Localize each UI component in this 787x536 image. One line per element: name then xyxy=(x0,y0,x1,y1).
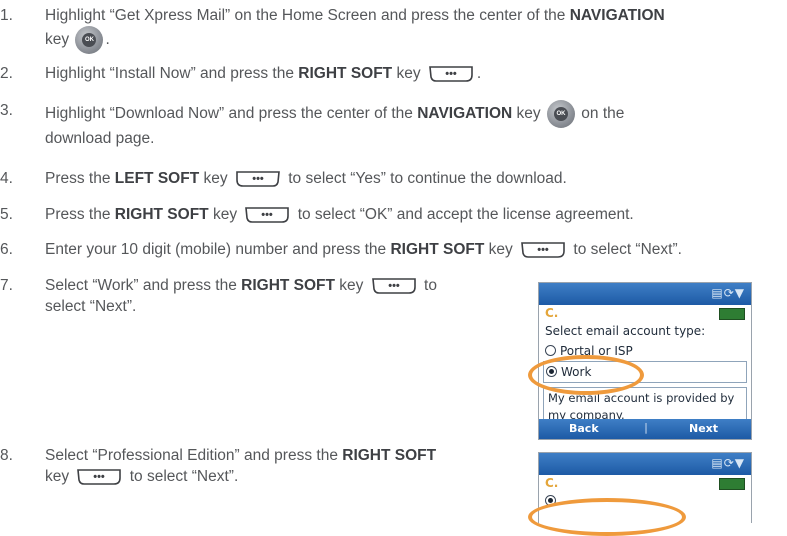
navigation-key-icon: OK xyxy=(546,100,575,128)
step-text-part: to select “Next”. xyxy=(125,468,239,485)
key-name: NAVIGATION xyxy=(569,7,665,24)
svg-text:•••: ••• xyxy=(388,280,400,292)
navigation-key-icon: OK xyxy=(75,26,104,54)
step-5: 5. Press the RIGHT SOFT key ••• to selec… xyxy=(0,204,787,226)
step-text-part: Select “Professional Edition” and press … xyxy=(45,447,343,464)
step-text: Highlight “Install Now” and press the RI… xyxy=(45,63,481,84)
step-text: Press the LEFT SOFT key ••• to select “Y… xyxy=(45,168,567,189)
step-text-part: key xyxy=(208,206,238,223)
step-text-part: . xyxy=(105,31,110,49)
step-1: 1. Highlight “Get Xpress Mail” on the Ho… xyxy=(0,5,787,54)
step-text-part: Press the xyxy=(45,170,115,187)
ok-label: OK xyxy=(82,33,97,47)
ok-label: OK xyxy=(553,107,568,121)
key-name: RIGHT SOFT xyxy=(342,447,437,464)
step-text: Enter your 10 digit (mobile) number and … xyxy=(45,239,682,260)
step-2: 2. Highlight “Install Now” and press the… xyxy=(0,63,787,85)
right-soft-key-icon: ••• xyxy=(244,206,290,224)
step-number: 1. xyxy=(0,7,13,24)
step-text-part: on the xyxy=(576,105,625,123)
step-text-part: Press the xyxy=(45,206,115,223)
step-text-part: Enter your 10 digit (mobile) number and … xyxy=(45,241,391,258)
svg-text:•••: ••• xyxy=(537,244,549,256)
app-logo-icon: C. xyxy=(545,476,559,490)
key-name: RIGHT SOFT xyxy=(114,206,209,223)
step-text: Select “Work” and press the RIGHT SOFT k… xyxy=(45,275,437,317)
step-text: Highlight “Get Xpress Mail” on the Home … xyxy=(45,5,665,54)
key-name: RIGHT SOFT xyxy=(241,277,335,294)
phone-app-bar: C. xyxy=(539,475,751,491)
step-3: 3. Highlight “Download Now” and press th… xyxy=(0,100,787,147)
app-logo-icon: C. xyxy=(545,306,559,320)
phone-soft-key-bar: Back | Next xyxy=(539,419,751,439)
step-text-part: to select “Next”. xyxy=(569,241,682,258)
radio-icon xyxy=(545,345,556,356)
step-text-part: download page. xyxy=(45,130,155,147)
step-text: Press the RIGHT SOFT key ••• to select “… xyxy=(45,204,634,225)
phone-status-bar: ▤⟳▼ xyxy=(539,453,751,475)
key-name: NAVIGATION xyxy=(417,105,513,123)
step-7: 7. Select “Work” and press the RIGHT SOF… xyxy=(0,275,520,319)
key-name: RIGHT SOFT xyxy=(298,65,393,82)
svg-text:•••: ••• xyxy=(445,68,457,80)
step-text: Select “Professional Edition” and press … xyxy=(45,445,436,487)
svg-text:•••: ••• xyxy=(262,209,274,221)
highlight-ring xyxy=(528,355,644,395)
step-text-part: Highlight “Get Xpress Mail” on the Home … xyxy=(45,7,570,24)
step-text-part: key xyxy=(45,31,70,49)
phone-status-bar: ▤⟳▼ xyxy=(539,283,751,305)
step-number: 8. xyxy=(0,447,13,464)
svg-text:•••: ••• xyxy=(94,471,106,483)
right-soft-key-icon: ••• xyxy=(428,65,474,83)
right-soft-key-icon: ••• xyxy=(76,468,122,486)
step-text-part: key xyxy=(392,65,421,82)
highlight-ring xyxy=(528,498,686,536)
step-text-part: key xyxy=(199,170,228,187)
key-name: RIGHT SOFT xyxy=(390,241,485,258)
right-soft-key-icon: ••• xyxy=(520,241,566,259)
step-text-part: Highlight “Install Now” and press the xyxy=(45,65,299,82)
step-text-part: select “Next”. xyxy=(45,298,137,315)
step-text-part: key xyxy=(45,468,70,485)
step-4: 4. Press the LEFT SOFT key ••• to select… xyxy=(0,168,787,190)
right-soft-key-icon: ••• xyxy=(371,277,417,295)
step-text-part: to select “Yes” to continue the download… xyxy=(283,170,567,187)
step-number: 3. xyxy=(0,102,13,119)
step-number: 6. xyxy=(0,241,13,258)
battery-icon xyxy=(719,308,745,320)
step-text-part: key xyxy=(335,277,364,294)
step-6: 6. Enter your 10 digit (mobile) number a… xyxy=(0,239,787,261)
phone-app-bar: C. xyxy=(539,305,751,321)
signal-status-icon: ▤⟳▼ xyxy=(711,456,745,470)
divider: | xyxy=(644,421,649,434)
step-text-part: . xyxy=(476,65,482,82)
step-text-part: to xyxy=(419,277,437,294)
back-soft-label[interactable]: Back xyxy=(569,422,599,435)
battery-icon xyxy=(719,478,745,490)
step-text-part: Select “Work” and press the xyxy=(45,277,242,294)
step-number: 2. xyxy=(0,65,13,82)
step-text-part: to select “OK” and accept the license ag… xyxy=(293,206,634,223)
step-text: Highlight “Download Now” and press the c… xyxy=(45,100,624,149)
key-name: LEFT SOFT xyxy=(114,170,200,187)
step-number: 7. xyxy=(0,277,13,294)
phone-prompt: Select email account type: xyxy=(545,324,706,338)
step-8: 8. Select “Professional Edition” and pre… xyxy=(0,445,520,489)
svg-text:•••: ••• xyxy=(252,173,264,185)
step-text-part: key xyxy=(512,105,541,123)
next-soft-label[interactable]: Next xyxy=(689,422,718,435)
signal-status-icon: ▤⟳▼ xyxy=(711,286,745,300)
left-soft-key-icon: ••• xyxy=(235,170,281,188)
step-text-part: Highlight “Download Now” and press the c… xyxy=(45,105,418,123)
step-number: 5. xyxy=(0,206,13,223)
step-number: 4. xyxy=(0,170,13,187)
step-text-part: key xyxy=(484,241,513,258)
